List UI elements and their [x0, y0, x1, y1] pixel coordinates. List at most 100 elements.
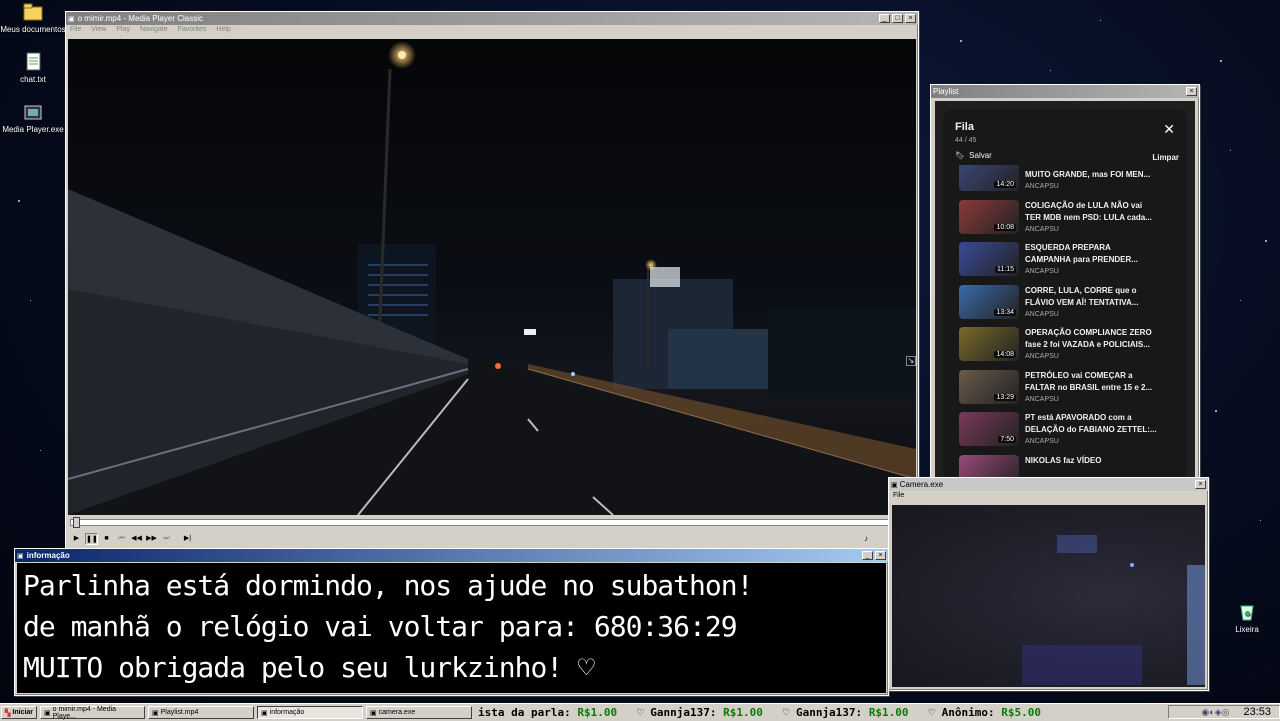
video-title[interactable]: OPERAÇÃO COMPLIANCE ZERO fase 2 foi VAZAD… — [1025, 327, 1165, 351]
video-thumbnail[interactable]: 14:20 — [959, 165, 1019, 191]
volume-icon[interactable]: ♪ — [864, 534, 868, 543]
queue-list: 14:20 PROTESTO "NO KINGS" foiMUITO GRANDE… — [943, 165, 1187, 477]
playlist-item[interactable]: 14:08 OPERAÇÃO COMPLIANCE ZERO fase 2 foi … — [959, 327, 1183, 367]
playlist-item[interactable]: 14:20 PROTESTO "NO KINGS" foiMUITO GRANDE… — [959, 165, 1183, 197]
video-title[interactable]: COLIGAÇÃO de LULA NÃO vai TER MDB nem PSD… — [1025, 200, 1165, 224]
playlist-item[interactable]: 10:08 COLIGAÇÃO de LULA NÃO vai TER MDB ne… — [959, 199, 1183, 240]
menu-play[interactable]: Play — [116, 26, 130, 37]
clock[interactable]: 23:53 — [1243, 706, 1271, 718]
menu-navigate[interactable]: Navigate — [140, 26, 168, 37]
stop-icon[interactable]: ■ — [100, 533, 113, 545]
info-titlebar[interactable]: ▣ informação _ × — [15, 549, 888, 562]
video-title[interactable]: CORRE, LULA, CORRE que o FLÁVIO VEM AÍ! T… — [1025, 285, 1165, 309]
queue-heading: Fila — [955, 121, 974, 133]
ticker-amount: R$1.00 — [868, 706, 909, 719]
save-button[interactable]: 🔖︎ Salvar — [955, 151, 992, 160]
playlist-item[interactable]: 7:50 PT está APAVORADO com a DELAÇÃO do FA… — [959, 412, 1183, 452]
minimize-button[interactable]: _ — [879, 14, 890, 23]
video-title[interactable]: PT está APAVORADO com a DELAÇÃO do FABIAN… — [1025, 412, 1165, 436]
ticker-name: ♡ Gannja137: — [782, 706, 863, 719]
video-title[interactable]: PETRÓLEO vai COMEÇAR a FALTAR no BRASIL e… — [1025, 370, 1165, 394]
seek-bar[interactable] — [70, 517, 892, 528]
video-title-line: OPERAÇÃO COMPLIANCE ZERO — [1025, 328, 1152, 337]
playlist-item[interactable]: NIKOLAS faz VÍDEO — [959, 454, 1183, 477]
media-player-titlebar[interactable]: ▣ o mimir.mp4 - Media Player Classic _ □… — [66, 12, 918, 25]
queue-count: 44 / 45 — [955, 137, 977, 144]
desktop-icon-chat-txt[interactable]: chat.txt — [0, 52, 66, 84]
duration-badge: 13:29 — [994, 393, 1016, 401]
task-icon: ▣ — [152, 709, 159, 717]
video-title[interactable]: NIKOLAS faz VÍDEO — [1025, 455, 1165, 467]
play-icon[interactable]: ▶ — [70, 533, 83, 545]
video-title-line: DELAÇÃO do FABIANO ZETTEL:... — [1025, 425, 1157, 434]
forward-icon[interactable]: ▶▶ — [145, 533, 158, 545]
info-window[interactable]: ▣ informação _ × Parlinha está dormindo,… — [14, 548, 889, 696]
maximize-button[interactable]: □ — [892, 14, 903, 23]
menu-view[interactable]: View — [91, 26, 106, 37]
desktop-icon-my-documents[interactable]: Meus documentos — [0, 2, 66, 34]
donation-ticker: ista da parla: R$1.00 ♡ Gannja137: R$1.0… — [478, 704, 1041, 721]
menu-help[interactable]: Help — [216, 26, 230, 37]
ticker-name: ♡ Gannja137: — [636, 706, 717, 719]
window-title: informação — [26, 551, 70, 560]
video-thumbnail[interactable]: 14:08 — [959, 327, 1019, 361]
start-button[interactable]: ▚ Iniciar — [1, 706, 38, 719]
seek-thumb[interactable] — [73, 517, 80, 528]
camera-titlebar[interactable]: ▣ Camera.exe × — [889, 478, 1208, 491]
media-player-app-icon: ▣ — [68, 15, 75, 23]
video-frame[interactable] — [68, 39, 916, 515]
video-thumbnail[interactable]: 11:15 — [959, 242, 1019, 276]
video-thumbnail[interactable]: 13:29 — [959, 369, 1019, 404]
skip-back-icon[interactable]: ⏮ — [115, 533, 128, 545]
recycle-bin-icon: ♻ — [1236, 602, 1258, 622]
pause-icon[interactable]: ❚❚ — [85, 533, 98, 545]
skip-forward-icon[interactable]: ⏭ — [160, 533, 173, 545]
night-highway-scene — [68, 41, 916, 515]
channel-name: ANCAPSU — [1025, 268, 1059, 275]
video-title[interactable]: ESQUERDA PREPARA CAMPANHA para PRENDER... — [1025, 242, 1165, 266]
desktop-icon-media-player[interactable]: Media Player.exe — [0, 102, 66, 134]
playlist-item[interactable]: 13:34 CORRE, LULA, CORRE que o FLÁVIO VEM … — [959, 284, 1183, 325]
windows-logo-icon: ▚ — [5, 709, 11, 717]
minimize-button[interactable]: _ — [862, 551, 873, 560]
task-media-player[interactable]: ▣ o mimir.mp4 - Media Playe... — [40, 706, 146, 720]
video-thumbnail[interactable] — [959, 454, 1019, 477]
playlist-item[interactable]: 11:15 ESQUERDA PREPARA CAMPANHA para PREND… — [959, 242, 1183, 282]
task-playlist[interactable]: ▣ Playlist.mp4 — [148, 706, 255, 719]
task-info[interactable]: ▣ informação — [257, 706, 364, 719]
ticker-name: ista da parla: — [478, 706, 571, 719]
channel-name: ANCAPSU — [1025, 225, 1059, 233]
video-title[interactable]: PROTESTO "NO KINGS" foiMUITO GRANDE, mas… — [1025, 165, 1165, 181]
desktop-icon-label: Meus documentos — [0, 25, 66, 34]
task-camera[interactable]: ▣ camera.exe — [366, 706, 473, 719]
save-label: Salvar — [969, 151, 992, 160]
frame-step-icon[interactable]: ▶| — [181, 533, 194, 545]
video-thumbnail[interactable]: 7:50 — [959, 412, 1019, 446]
playlist-window[interactable]: Playlist × Fila 44 / 45 ✕ 🔖︎ Salvar Limp… — [930, 84, 1200, 482]
task-icon: ▣ — [44, 709, 51, 717]
video-thumbnail[interactable]: 13:34 — [959, 284, 1019, 319]
close-button[interactable]: × — [1195, 480, 1206, 489]
playlist-titlebar[interactable]: Playlist × — [931, 85, 1199, 98]
video-thumbnail[interactable]: 10:08 — [959, 199, 1019, 234]
video-title-line: ESQUERDA PREPARA — [1025, 243, 1111, 252]
menu-file[interactable]: File — [889, 491, 1208, 504]
film-icon — [22, 102, 44, 122]
tray-icons[interactable]: ◉◐◈◎ — [1201, 707, 1229, 718]
clear-button[interactable]: Limpar — [1152, 153, 1179, 162]
info-app-icon: ▣ — [17, 552, 24, 560]
close-button[interactable]: × — [875, 551, 886, 560]
rewind-icon[interactable]: ◀◀ — [130, 533, 143, 545]
close-button[interactable]: × — [905, 14, 916, 23]
close-icon[interactable]: ✕ — [1163, 121, 1175, 138]
menu-file[interactable]: File — [70, 26, 81, 37]
resize-grip-icon[interactable]: ↘ — [906, 356, 916, 366]
info-line-2: de manhã o relógio vai voltar para: 680:… — [23, 610, 738, 643]
menu-favorites[interactable]: Favorites — [178, 26, 207, 37]
info-line-1: Parlinha está dormindo, nos ajude no sub… — [23, 569, 753, 602]
media-player-window[interactable]: ▣ o mimir.mp4 - Media Player Classic _ □… — [65, 11, 919, 551]
close-button[interactable]: × — [1186, 87, 1197, 96]
camera-window[interactable]: ▣ Camera.exe × File — [888, 477, 1209, 691]
desktop-icon-recycle-bin[interactable]: ♻ Lixeira — [1214, 602, 1280, 634]
playlist-item[interactable]: 13:29 PETRÓLEO vai COMEÇAR a FALTAR no BRA… — [959, 369, 1183, 410]
